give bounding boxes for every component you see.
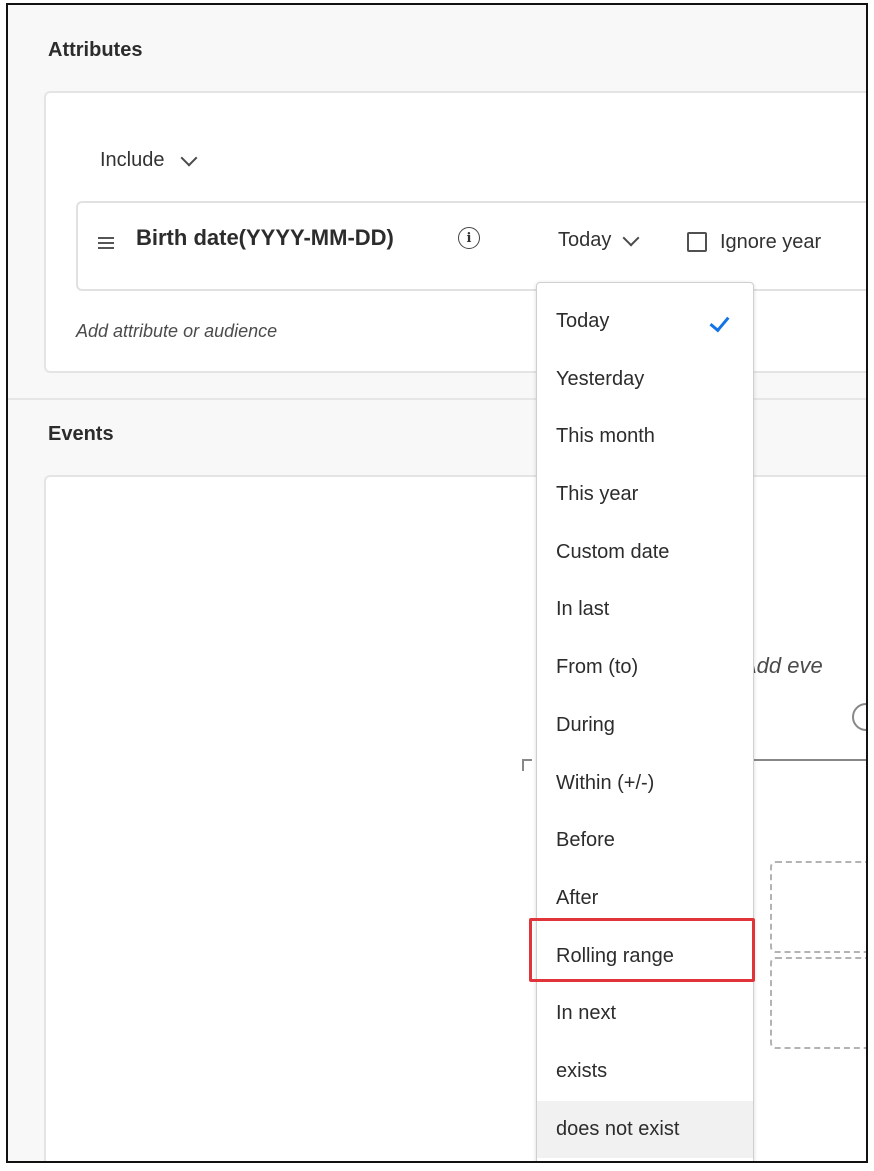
bracket-connector (522, 759, 532, 771)
menu-item-label: does not exist (556, 1117, 680, 1140)
chevron-down-icon (180, 149, 197, 166)
date-operator-menu: Today Yesterday This month This year Cus… (536, 282, 754, 1161)
menu-item-label: Custom date (556, 540, 670, 563)
drag-handle-icon[interactable] (98, 237, 114, 249)
menu-item-in-last[interactable]: In last (537, 581, 753, 639)
menu-item-in-next[interactable]: In next (537, 985, 753, 1043)
menu-item-label: Within (+/-) (556, 771, 655, 794)
menu-item-label: exists (556, 1059, 608, 1082)
menu-item-label: Rolling range (556, 944, 674, 967)
attribute-field-name: Birth date(YYYY-MM-DD) (136, 225, 394, 250)
menu-item-this-month[interactable]: This month (537, 408, 753, 466)
event-dropzone[interactable] (770, 957, 866, 1049)
menu-item-label: This year (556, 483, 639, 506)
attributes-section-title: Attributes (48, 39, 143, 61)
segment-builder-canvas: Attributes Include Birth date(YYYY-MM-DD… (6, 3, 868, 1163)
include-label: Include (100, 149, 165, 171)
include-dropdown[interactable]: Include (100, 149, 197, 172)
menu-item-this-year[interactable]: This year (537, 466, 753, 524)
menu-item-within[interactable]: Within (+/-) (537, 755, 753, 813)
ignore-year-label: Ignore year (720, 231, 822, 253)
menu-item-label: After (556, 886, 599, 909)
menu-item-does-not-exist[interactable]: does not exist (537, 1100, 753, 1159)
menu-item-label: In next (556, 1002, 617, 1025)
menu-item-after[interactable]: After (537, 870, 753, 928)
menu-item-label: During (556, 713, 615, 736)
date-operator-select[interactable]: Today (558, 229, 640, 252)
menu-item-rolling-range[interactable]: Rolling range (537, 928, 753, 986)
date-operator-value: Today (558, 229, 612, 251)
attribute-rule-row: Birth date(YYYY-MM-DD) i Today Ignore ye… (76, 201, 866, 291)
checkmark-icon (709, 311, 730, 333)
menu-item-before[interactable]: Before (537, 812, 753, 870)
chevron-down-icon (622, 229, 640, 246)
menu-item-custom-date[interactable]: Custom date (537, 524, 753, 582)
info-icon[interactable]: i (458, 227, 480, 249)
menu-item-yesterday[interactable]: Yesterday (537, 351, 753, 409)
ignore-year-checkbox[interactable] (687, 232, 707, 252)
menu-item-today[interactable]: Today (537, 293, 753, 351)
menu-item-label: Yesterday (556, 367, 645, 390)
events-section-title: Events (48, 423, 114, 445)
menu-item-during[interactable]: During (537, 697, 753, 755)
menu-item-exists[interactable]: exists (537, 1043, 753, 1101)
add-event-link[interactable]: Add eve (742, 653, 823, 679)
menu-item-label: Before (556, 829, 615, 852)
menu-item-label: Today (556, 310, 610, 332)
sequence-node[interactable] (852, 703, 866, 731)
event-dropzone[interactable] (770, 861, 866, 953)
menu-item-label: This month (556, 425, 655, 448)
add-attribute-link[interactable]: Add attribute or audience (76, 321, 277, 342)
menu-item-label: In last (556, 598, 610, 621)
menu-item-from-to[interactable]: From (to) (537, 639, 753, 697)
menu-item-label: From (to) (556, 656, 639, 679)
